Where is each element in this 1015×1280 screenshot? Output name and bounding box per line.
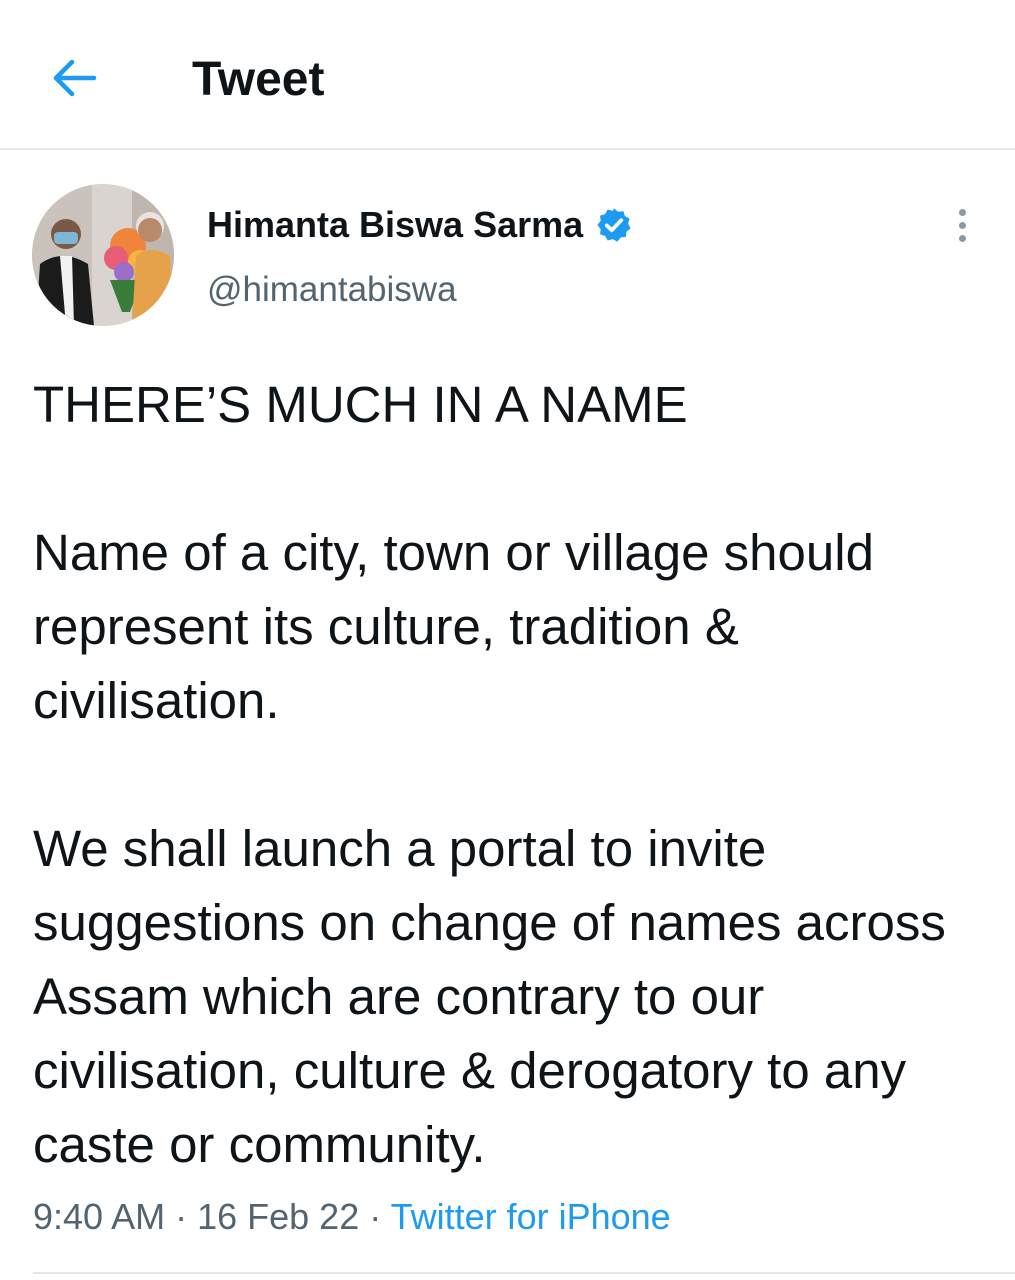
tweet-source-link[interactable]: Twitter for iPhone	[391, 1196, 671, 1237]
tweet-date[interactable]: 16 Feb 22	[197, 1196, 359, 1237]
more-dots-icon-dot	[958, 221, 966, 229]
more-dots-icon	[958, 208, 966, 216]
meta-separator: ·	[165, 1196, 198, 1237]
avatar-photo	[32, 184, 174, 326]
avatar[interactable]	[32, 184, 174, 326]
tweet-text: THERE’S MUCH IN A NAME Name of a city, t…	[33, 368, 993, 1182]
back-button[interactable]	[44, 52, 104, 104]
tweet-paragraph: THERE’S MUCH IN A NAME	[33, 376, 688, 433]
author-name[interactable]: Himanta Biswa Sarma	[207, 202, 633, 248]
more-dots-icon-dot	[958, 234, 966, 242]
author-handle[interactable]: @himantabiswa	[207, 268, 457, 312]
meta-separator: ·	[359, 1196, 391, 1237]
arrow-left-icon	[53, 59, 97, 97]
tweet-meta: 9:40 AM · 16 Feb 22 · Twitter for iPhone	[33, 1192, 671, 1242]
verified-badge-icon	[597, 208, 631, 242]
page-title: Tweet	[192, 53, 325, 106]
tweet-paragraph: Name of a city, town or village should r…	[33, 524, 874, 729]
more-options-button[interactable]	[942, 200, 982, 250]
divider	[33, 1272, 1015, 1274]
tweet-paragraph: We shall launch a portal to invite sugge…	[33, 820, 946, 1173]
app-header: Tweet	[0, 0, 1015, 150]
author-name-label: Himanta Biswa Sarma	[207, 204, 584, 245]
tweet-time[interactable]: 9:40 AM	[33, 1196, 165, 1237]
